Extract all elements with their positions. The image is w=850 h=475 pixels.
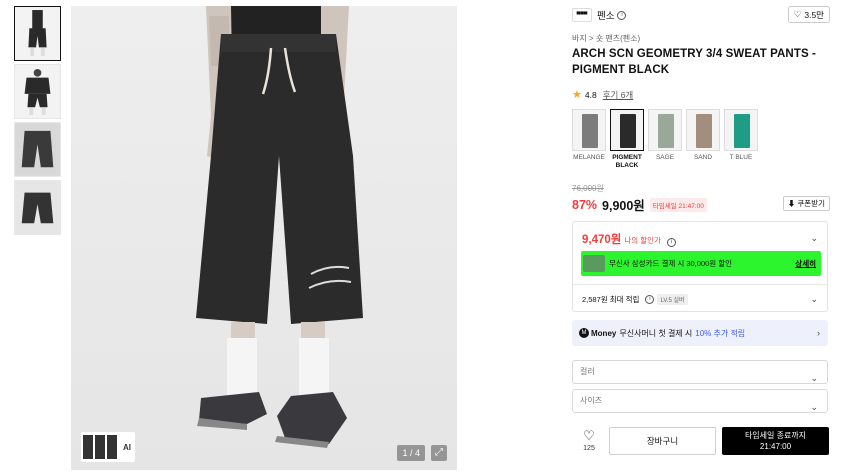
thumbnail-list [14,6,62,238]
size-select[interactable]: 사이즈 ⌄ [572,389,828,413]
price-row: 87% 9,900원 타임세일 21:47:00 [572,195,707,214]
info-icon[interactable]: i [666,238,676,247]
ai-label: AI [123,442,131,452]
color-swatch [572,109,606,151]
swatch-image [582,114,598,148]
brand-name[interactable]: 펜소 [597,8,614,22]
color-option[interactable]: MELANGE [572,109,606,170]
divider [573,284,827,285]
thumbnail-3[interactable] [14,122,61,177]
thumbnail-4[interactable] [14,180,61,235]
brand-logo[interactable]: ▀▀▀ [572,8,592,22]
discount-rate: 87% [572,197,598,212]
product-title: ARCH SCN GEOMETRY 3/4 SWEAT PANTS - PIGM… [572,48,816,76]
money-text: 무신사머니 첫 결제 시 [619,328,693,338]
rating: ★ 4.8 후기 6개 [572,88,633,101]
color-option[interactable]: SAND [686,109,720,170]
image-pager: 1 / 4 [397,445,425,461]
ai-preview-thumbnail[interactable]: AI [81,432,135,462]
coupon-label: 쿠폰받기 [797,199,825,208]
money-logo-icon: M [579,328,589,338]
wishlist-button[interactable]: ♡ 125 [578,429,600,452]
swatch-image [658,114,674,148]
color-label: SAND [693,154,713,161]
wishlist-count: 125 [583,445,595,452]
heart-outline-icon: ♡ [793,9,802,19]
color-option[interactable]: SAGE [648,109,682,170]
thumbnail-2[interactable] [14,64,61,119]
my-price-value: 9,470원 [582,234,622,246]
color-label: T BLUE [729,154,753,161]
sale-price: 9,900원 [602,199,645,213]
swatch-image [620,114,636,148]
color-select[interactable]: 컬러 ⌄ [572,360,828,384]
download-icon: ⬇ [787,199,796,208]
member-level-badge: LV.5 실버 [657,294,688,305]
card-promo-banner[interactable]: 무신사 삼성카드 결제 시 30,000원 할인 상세히 [581,251,821,276]
points-text: 2,587원 최대 적립 [582,295,640,304]
musinsa-money-banner[interactable]: M Money 무신사머니 첫 결제 시 10% 추가 적립 › [572,320,828,346]
color-swatch [686,109,720,151]
chevron-down-icon[interactable]: ⌄ [810,233,818,244]
chevron-down-icon: ⌄ [810,402,818,412]
card-image [583,255,605,272]
cart-button[interactable]: 장바구니 [609,427,716,455]
my-price-label: 나의 할인가 [624,236,661,245]
star-icon: ★ [572,89,582,101]
color-select-placeholder: 컬러 [580,367,595,376]
my-discount-price[interactable]: 9,470원 나의 할인가 i [582,231,676,247]
info-icon[interactable]: i [645,295,655,304]
thumbnail-1[interactable] [14,6,61,61]
color-swatch [610,109,644,151]
preview-image [107,435,117,459]
promo-text: 무신사 삼성카드 결제 시 30,000원 할인 [609,259,733,268]
color-label: MELANGE [573,154,605,161]
preview-image [83,435,93,459]
color-label: SAGE [655,154,675,161]
info-icon[interactable]: i [617,10,627,20]
like-button[interactable]: ♡ 3.5만 [787,6,830,23]
swatch-image [696,114,712,148]
buy-button[interactable]: 타임세일 종료까지 21:47:00 [722,427,829,455]
time-sale-badge: 타임세일 21:47:00 [649,197,707,212]
chevron-down-icon[interactable]: ⌄ [810,294,818,305]
size-select-placeholder: 사이즈 [580,396,603,405]
swatch-image [734,114,750,148]
expand-icon[interactable]: ⤢ [431,445,447,461]
money-brand: Money [591,328,617,338]
promo-detail-link[interactable]: 상세히 [795,258,816,269]
benefit-box: 9,470원 나의 할인가 i ⌄ 무신사 삼성카드 결제 시 30,000원 … [572,221,828,312]
points-row[interactable]: 2,587원 최대 적립 i LV.5 실버 [582,294,688,305]
chevron-right-icon: › [817,328,820,338]
chevron-down-icon: ⌄ [810,373,818,383]
like-count: 3.5만 [804,9,824,20]
main-product-image[interactable]: AI 1 / 4 ⤢ [71,6,457,470]
breadcrumb[interactable]: 바지 > 숏 팬츠(펜소) [572,33,640,44]
color-options: MELANGE PIGMENT BLACK SAGE SAND T BLUE [572,109,758,170]
preview-image [95,435,105,459]
color-option[interactable]: PIGMENT BLACK [610,109,644,170]
money-highlight: 10% 추가 적립 [695,328,746,338]
color-swatch [724,109,758,151]
color-swatch [648,109,682,151]
brand-row: ▀▀▀ 펜소 i ♡ 3.5만 [572,6,830,24]
coupon-button[interactable]: ⬇ 쿠폰받기 [782,196,830,211]
buy-button-line2: 21:47:00 [759,442,792,451]
rating-score: 4.8 [584,89,597,100]
original-price: 76,000원 [572,184,604,193]
buy-button-line1: 타임세일 종료까지 [744,431,807,440]
color-option[interactable]: T BLUE [724,109,758,170]
color-label: PIGMENT BLACK [612,154,642,169]
purchase-bar: ♡ 125 장바구니 타임세일 종료까지 21:47:00 [572,427,830,457]
reviews-link[interactable]: 후기 6개 [603,89,634,101]
heart-outline-icon: ♡ [583,428,595,443]
